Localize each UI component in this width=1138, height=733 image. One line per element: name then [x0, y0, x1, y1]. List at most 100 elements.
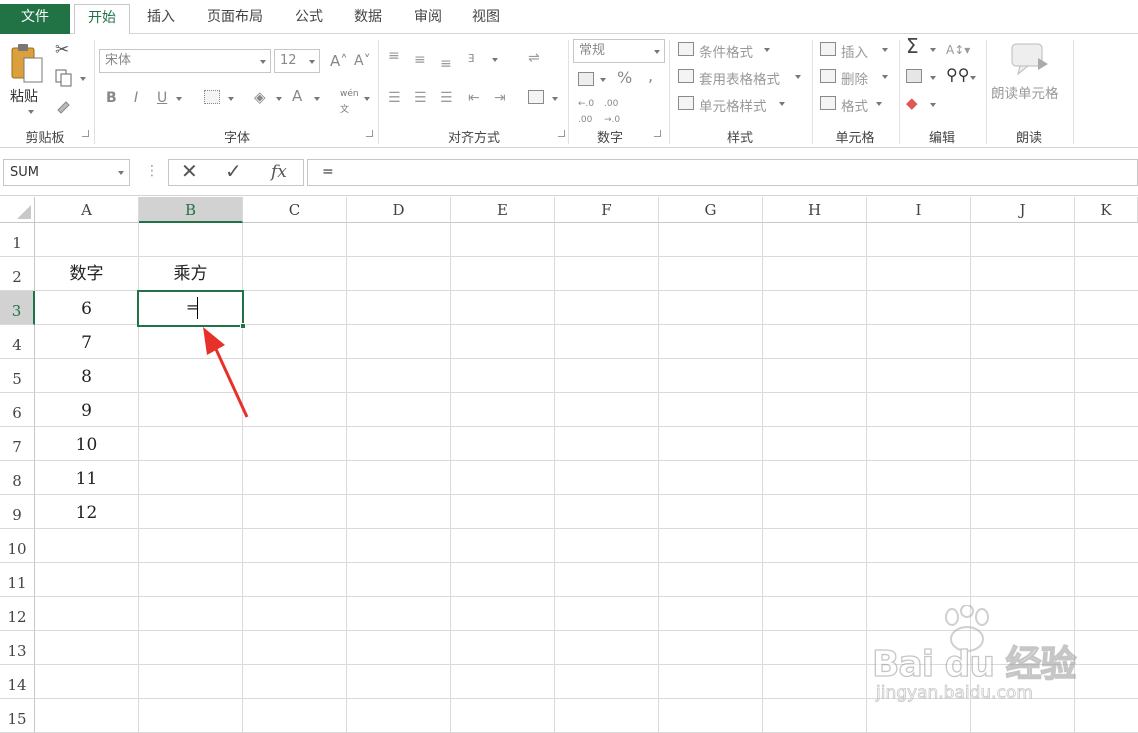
splitter-dots-icon[interactable]: ⋮	[145, 163, 159, 179]
find-dropdown-icon[interactable]	[970, 76, 976, 80]
sort-filter-icon[interactable]: A↕▾	[946, 42, 970, 58]
format-as-table-button[interactable]: 套用表格格式	[699, 68, 780, 88]
worksheet-grid[interactable]: ABCDEFGHIJK 1 2 3 4 5 6 7 8 9 10 11 12 13 14 15 数字 乘方 …	[0, 197, 1138, 733]
cell-A7[interactable]: 10	[35, 428, 138, 462]
column-header-H[interactable]: H	[763, 197, 867, 223]
row-header-6[interactable]: 6	[0, 393, 35, 427]
merge-center-icon[interactable]	[528, 90, 544, 104]
insert-cells-button[interactable]: 插入	[841, 41, 868, 61]
row-header-8[interactable]: 8	[0, 461, 35, 495]
align-middle-icon[interactable]: ≡	[414, 52, 426, 68]
autosum-dropdown-icon[interactable]	[930, 48, 936, 52]
format-dropdown-icon[interactable]	[876, 102, 882, 106]
font-name-combo[interactable]: 宋体	[99, 49, 271, 73]
underline-icon[interactable]: U	[157, 90, 167, 106]
font-size-combo[interactable]: 12	[274, 49, 320, 73]
decrease-decimal-icon[interactable]: .00 →.0	[604, 96, 620, 128]
delete-cells-button[interactable]: 删除	[841, 68, 868, 88]
bold-icon[interactable]: B	[106, 90, 117, 106]
cell-A2[interactable]: 数字	[35, 257, 138, 291]
clear-icon[interactable]: ◆	[906, 95, 918, 111]
row-header-7[interactable]: 7	[0, 427, 35, 461]
borders-icon[interactable]	[204, 90, 220, 104]
cell-A9[interactable]: 12	[35, 496, 138, 530]
number-format-combo[interactable]: 常规	[573, 39, 665, 63]
column-header-F[interactable]: F	[555, 197, 659, 223]
row-header-2[interactable]: 2	[0, 257, 35, 291]
column-header-C[interactable]: C	[243, 197, 347, 223]
enter-icon[interactable]: ✓	[225, 161, 242, 181]
increase-font-icon[interactable]: A˄	[330, 53, 348, 69]
italic-icon[interactable]: I	[134, 90, 138, 106]
cut-icon[interactable]: ✂	[55, 42, 69, 59]
borders-dropdown-icon[interactable]	[228, 97, 234, 101]
row-header-14[interactable]: 14	[0, 665, 35, 699]
cell-A4[interactable]: 7	[35, 326, 138, 360]
align-left-icon[interactable]: ☰	[388, 90, 401, 106]
font-dialog-launcher[interactable]	[366, 130, 373, 137]
row-header-12[interactable]: 12	[0, 597, 35, 631]
paste-button[interactable]: 粘贴	[6, 40, 50, 116]
column-header-G[interactable]: G	[659, 197, 763, 223]
increase-indent-icon[interactable]: ⇥	[494, 90, 506, 106]
column-header-A[interactable]: A	[35, 197, 139, 223]
column-header-E[interactable]: E	[451, 197, 555, 223]
merge-dropdown-icon[interactable]	[552, 97, 558, 101]
row-header-3[interactable]: 3	[0, 291, 35, 325]
alignment-dialog-launcher[interactable]	[558, 130, 565, 137]
clipboard-dialog-launcher[interactable]	[82, 130, 89, 137]
cell-styles-dropdown-icon[interactable]	[779, 102, 785, 106]
column-header-B[interactable]: B	[139, 197, 243, 223]
align-right-icon[interactable]: ☰	[440, 90, 453, 106]
cell-A6[interactable]: 9	[35, 394, 138, 428]
row-header-5[interactable]: 5	[0, 359, 35, 393]
row-header-13[interactable]: 13	[0, 631, 35, 665]
conditional-format-dropdown-icon[interactable]	[764, 48, 770, 52]
tab-data[interactable]: 数据	[341, 4, 395, 33]
decrease-indent-icon[interactable]: ⇤	[468, 90, 480, 106]
orientation-icon[interactable]: ⱻ	[468, 50, 475, 66]
column-header-D[interactable]: D	[347, 197, 451, 223]
tab-review[interactable]: 审阅	[401, 4, 455, 33]
copy-dropdown-icon[interactable]	[80, 77, 86, 81]
autosum-icon[interactable]: Σ	[906, 36, 919, 56]
row-header-10[interactable]: 10	[0, 529, 35, 563]
speak-cells-icon[interactable]	[1010, 42, 1050, 78]
align-bottom-icon[interactable]: ≡	[440, 56, 452, 72]
column-header-I[interactable]: I	[867, 197, 971, 223]
tab-home[interactable]: 开始	[74, 4, 130, 35]
increase-decimal-icon[interactable]: ←.0.00	[578, 96, 594, 128]
tab-view[interactable]: 视图	[459, 4, 513, 33]
cell-styles-button[interactable]: 单元格样式	[699, 95, 767, 115]
percent-icon[interactable]: %	[617, 70, 632, 86]
cell-A8[interactable]: 11	[35, 462, 138, 496]
number-dialog-launcher[interactable]	[654, 130, 661, 137]
fill-icon[interactable]	[906, 69, 922, 83]
find-select-icon[interactable]: ⚲⚲	[946, 67, 969, 83]
row-header-11[interactable]: 11	[0, 563, 35, 597]
cell-A3[interactable]: 6	[35, 292, 138, 326]
insert-dropdown-icon[interactable]	[882, 48, 888, 52]
format-cells-button[interactable]: 格式	[841, 95, 868, 115]
currency-icon[interactable]	[578, 72, 594, 86]
fill-color-dropdown-icon[interactable]	[276, 97, 282, 101]
align-top-icon[interactable]: ≡	[388, 48, 400, 64]
select-all-button[interactable]	[0, 197, 35, 223]
tab-page-layout[interactable]: 页面布局	[196, 4, 274, 33]
wrap-text-icon[interactable]: ⇌	[528, 50, 540, 66]
copy-icon[interactable]	[55, 69, 73, 87]
cell-A5[interactable]: 8	[35, 360, 138, 394]
underline-dropdown-icon[interactable]	[176, 97, 182, 101]
comma-icon[interactable]: ,	[648, 68, 653, 84]
tab-file[interactable]: 文件	[0, 4, 70, 34]
tab-insert[interactable]: 插入	[134, 4, 188, 33]
row-header-15[interactable]: 15	[0, 699, 35, 733]
column-header-K[interactable]: K	[1075, 197, 1138, 223]
currency-dropdown-icon[interactable]	[600, 78, 606, 82]
fill-color-icon[interactable]: ◈	[254, 89, 266, 105]
tab-formulas[interactable]: 公式	[282, 4, 336, 33]
delete-dropdown-icon[interactable]	[882, 75, 888, 79]
format-as-table-dropdown-icon[interactable]	[795, 75, 801, 79]
font-color-dropdown-icon[interactable]	[314, 97, 320, 101]
row-header-1[interactable]: 1	[0, 223, 35, 257]
